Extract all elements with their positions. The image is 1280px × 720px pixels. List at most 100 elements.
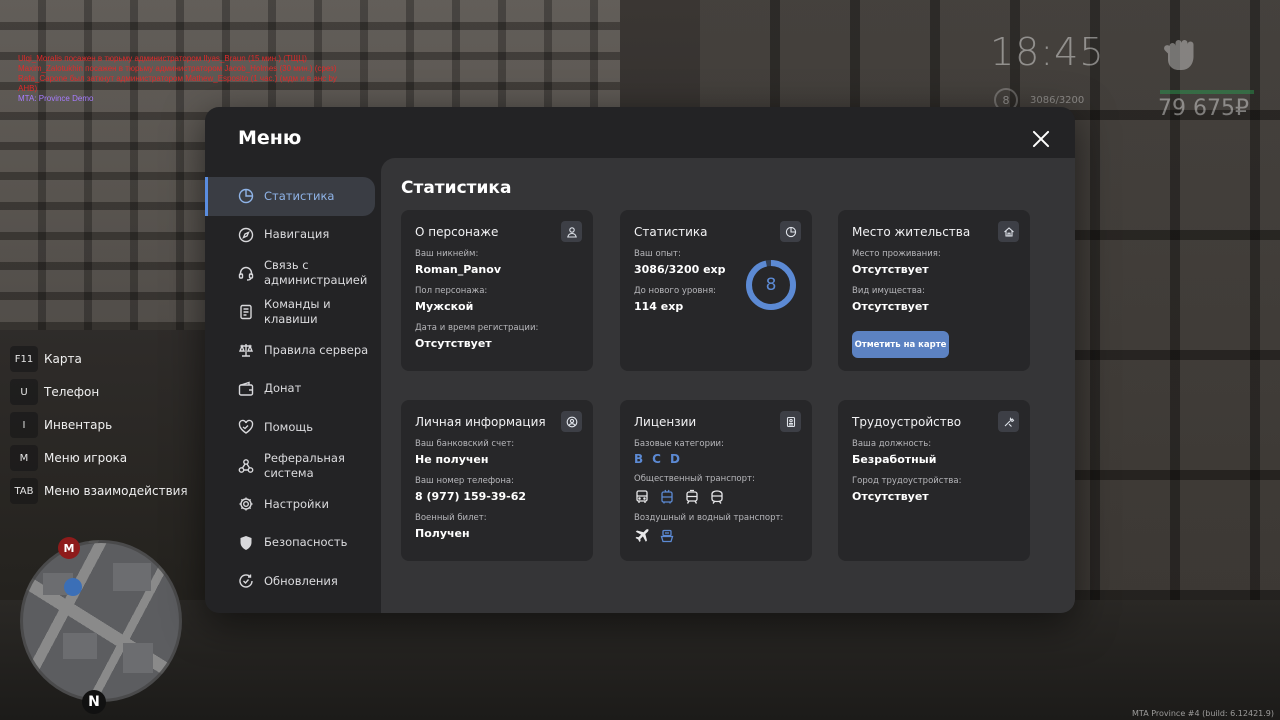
nav-item-donate[interactable]: Донат [205, 370, 381, 409]
phone-value: 8 (977) 159-39-62 [415, 490, 527, 503]
license-category: D [669, 452, 680, 466]
key-label: TAB [10, 478, 38, 504]
nav-item-referral[interactable]: Реферальная система [205, 447, 381, 486]
keybind-hints: F11 Карта U Телефон I Инвентарь M Меню игрок… [10, 346, 188, 511]
chat-line: Ulqi_Moralis посажен в тюрьму администра… [18, 54, 307, 63]
license-categories: B C D [634, 452, 798, 466]
hud-exp: 3086/3200 [1030, 95, 1085, 106]
wallet-icon [237, 380, 255, 398]
field-label: Вид имущества: [852, 286, 925, 296]
nickname-value: Roman_Panov [415, 263, 501, 276]
level-number: 8 [765, 275, 777, 295]
nav-item-settings[interactable]: Настройки [205, 485, 381, 524]
field-label: Воздушный и водный транспорт: [634, 513, 784, 523]
keybind-label: Меню игрока [44, 451, 128, 465]
keybind-label: Карта [44, 352, 82, 366]
menu-title: Меню [238, 127, 302, 149]
document-icon [237, 303, 255, 321]
card-employment: Трудоустройство Ваша должность: Безработн… [838, 400, 1030, 561]
keybind-label: Инвентарь [44, 418, 113, 432]
nav-label: Статистика [264, 188, 335, 203]
nav-label: Команды и клавиши [264, 296, 331, 326]
nav-item-security[interactable]: Безопасность [205, 524, 381, 563]
nav-label: Связь с администрацией [264, 258, 368, 288]
close-icon[interactable] [1031, 129, 1051, 149]
map-block [123, 643, 153, 673]
boat-icon [659, 528, 675, 544]
north-indicator: N [82, 690, 106, 714]
mark-on-map-button[interactable]: Отметить на карте [852, 331, 949, 358]
keybind-label: Меню взаимодействия [44, 484, 188, 498]
chat-log: Ulqi_Moralis посажен в тюрьму администра… [18, 54, 338, 104]
public-transport-licenses [634, 489, 798, 505]
nav-label: Настройки [264, 496, 329, 511]
field-label: Базовые категории: [634, 439, 724, 449]
headset-icon [237, 264, 255, 282]
field-label: Место проживания: [852, 249, 941, 259]
card-statistics: Статистика Ваш опыт: 3086/3200 exp До нов… [620, 210, 812, 371]
card-character: О персонаже Ваш никнейм: Roman_Panov Пол … [401, 210, 593, 371]
nav-item-updates[interactable]: Обновления [205, 562, 381, 601]
card-title: Лицензии [634, 415, 697, 429]
pie-chart-icon [237, 187, 255, 205]
build-info: MTA Province #4 (build: 6.12421.9) [1132, 709, 1274, 718]
air-water-licenses [634, 528, 798, 544]
shield-icon [237, 534, 255, 552]
license-category: C [652, 452, 661, 466]
hud-clock: 18:45 [990, 30, 1105, 74]
nav-item-help[interactable]: Помощь [205, 408, 381, 447]
nav-item-navigation[interactable]: Навигация [205, 216, 381, 255]
nav-label: Навигация [264, 227, 330, 242]
key-label: U [10, 379, 38, 405]
key-label: M [10, 445, 38, 471]
nav-item-statistics[interactable]: Статистика [205, 177, 375, 216]
card-title: Трудоустройство [852, 415, 962, 429]
field-label: Дата и время регистрации: [415, 323, 539, 333]
map-block [63, 633, 97, 659]
user-circle-icon [561, 411, 582, 432]
keybind-label: Телефон [44, 385, 100, 399]
gear-icon [237, 495, 255, 513]
heart-handshake-icon [237, 418, 255, 436]
content-title: Статистика [401, 178, 512, 198]
keybind-phone: U Телефон [10, 379, 188, 405]
refresh-check-icon [237, 572, 255, 590]
field-label: Ваш номер телефона: [415, 476, 514, 486]
nav-label: Донат [264, 381, 302, 396]
license-category: B [634, 452, 644, 466]
nav-item-commands[interactable]: Команды и клавиши [205, 293, 381, 332]
nav-item-contact-admin[interactable]: Связь с администрацией [205, 254, 381, 293]
user-icon [561, 221, 582, 242]
registration-value: Отсутствует [415, 337, 492, 350]
nav-label: Реферальная система [264, 450, 345, 480]
airplane-icon [634, 528, 650, 544]
chat-footer: MTA: Province Demo [18, 94, 94, 103]
nav-item-rules[interactable]: Правила сервера [205, 331, 381, 370]
card-personal-info: Личная информация Ваш банковский счет: Не… [401, 400, 593, 561]
keybind-interaction-menu: TAB Меню взаимодействия [10, 478, 188, 504]
key-label: F11 [10, 346, 38, 372]
level-progress-ring: 8 [744, 258, 798, 312]
scales-icon [237, 341, 255, 359]
id-card-icon [780, 411, 801, 432]
location-pin-icon [64, 578, 82, 596]
compass-icon [237, 226, 255, 244]
fist-icon [1162, 34, 1198, 74]
card-title: Статистика [634, 225, 708, 239]
hud-money: 79 675₽ [1158, 96, 1249, 121]
map-block [113, 563, 151, 591]
bus-icon [634, 489, 650, 505]
content-panel: Статистика О персонаже Ваш никнейм: Roman… [381, 158, 1075, 613]
card-title: Личная информация [415, 415, 546, 429]
field-label: Военный билет: [415, 513, 487, 523]
key-label: I [10, 412, 38, 438]
nav-label: Безопасность [264, 535, 348, 550]
gender-value: Мужской [415, 300, 474, 313]
menu-window: Меню Статистика Навигация Связь с админи… [205, 107, 1075, 613]
chat-line: Maxim_Zalotukhin посажен в тюрьму админи… [18, 64, 337, 73]
menu-nav: Статистика Навигация Связь с администрац… [205, 177, 381, 601]
field-label: Общественный транспорт: [634, 474, 755, 484]
card-residence: Место жительства Место проживания: Отсутс… [838, 210, 1030, 371]
field-label: Ваш никнейм: [415, 249, 479, 259]
ground [0, 600, 1280, 720]
